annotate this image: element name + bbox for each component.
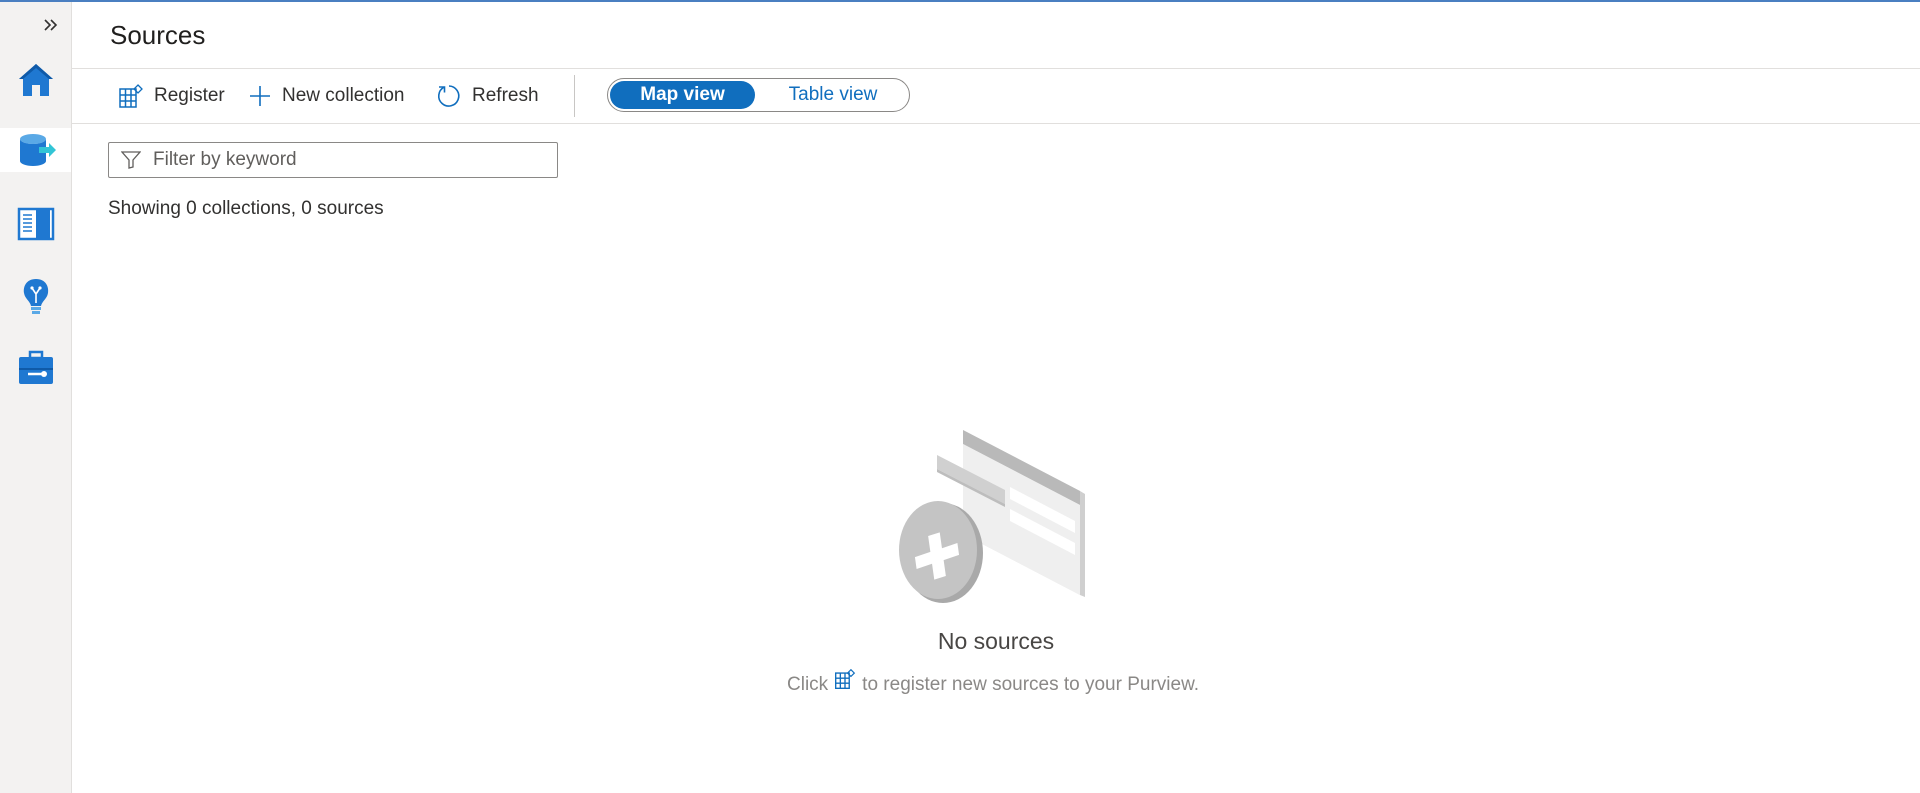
data-map-icon xyxy=(19,134,56,166)
refresh-button[interactable]: Refresh xyxy=(436,79,539,113)
plus-icon xyxy=(250,86,270,106)
command-bar: Register New collection Refresh Map view… xyxy=(72,69,1920,124)
hint-text-after: to register new sources to your Purview. xyxy=(862,674,1200,695)
results-summary: Showing 0 collections, 0 sources xyxy=(108,198,384,219)
left-nav-rail xyxy=(0,2,72,793)
catalog-icon xyxy=(17,207,55,241)
register-label: Register xyxy=(154,85,225,106)
table-view-option[interactable]: Table view xyxy=(758,81,908,109)
view-toggle: Map view Table view xyxy=(607,78,910,112)
new-collection-button[interactable]: New collection xyxy=(248,79,405,113)
home-icon xyxy=(19,64,53,96)
empty-state-title: No sources xyxy=(937,628,1055,654)
page-header: Sources xyxy=(72,2,1920,69)
double-chevron-right-icon xyxy=(44,19,58,31)
register-button[interactable]: Register xyxy=(118,79,225,113)
insights-icon xyxy=(23,279,49,314)
empty-sources-illustration-icon xyxy=(899,430,1085,603)
expand-nav-button[interactable] xyxy=(42,16,60,34)
filter-box xyxy=(108,142,558,178)
register-inline-icon xyxy=(834,668,856,690)
management-icon xyxy=(19,350,53,384)
nav-item-catalog[interactable] xyxy=(14,202,58,246)
toolbar-separator xyxy=(574,75,575,117)
nav-item-insights[interactable] xyxy=(14,274,58,318)
refresh-label: Refresh xyxy=(472,85,539,106)
nav-item-data-map[interactable] xyxy=(0,128,71,172)
map-view-option[interactable]: Map view xyxy=(610,81,755,109)
filter-funnel-icon xyxy=(121,151,141,169)
empty-state-hint: Click to register new sources to your Pu… xyxy=(787,668,1200,696)
refresh-icon xyxy=(437,85,460,107)
filter-input[interactable] xyxy=(151,148,545,172)
nav-item-management[interactable] xyxy=(14,346,58,390)
new-collection-label: New collection xyxy=(282,85,405,106)
register-grid-icon xyxy=(119,84,143,108)
page-title: Sources xyxy=(110,20,206,50)
nav-item-home[interactable] xyxy=(14,58,58,102)
hint-text-before: Click xyxy=(787,674,829,695)
